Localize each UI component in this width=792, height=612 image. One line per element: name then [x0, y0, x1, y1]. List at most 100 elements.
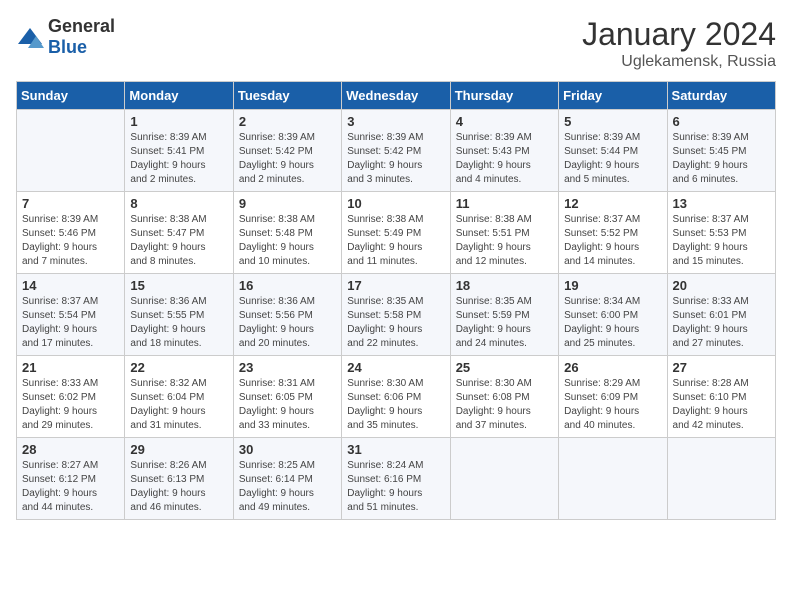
calendar-cell — [450, 438, 558, 520]
calendar-cell: 1Sunrise: 8:39 AM Sunset: 5:41 PM Daylig… — [125, 110, 233, 192]
day-number: 8 — [130, 196, 227, 211]
day-info: Sunrise: 8:30 AM Sunset: 6:06 PM Dayligh… — [347, 377, 444, 433]
day-info: Sunrise: 8:31 AM Sunset: 6:05 PM Dayligh… — [239, 377, 336, 433]
day-number: 15 — [130, 278, 227, 293]
day-number: 14 — [22, 278, 119, 293]
calendar-cell: 26 Sunrise: 8:29 AM Sunset: 6:09 PM Dayli… — [559, 356, 667, 438]
calendar-cell: 4Sunrise: 8:39 AM Sunset: 5:43 PM Daylig… — [450, 110, 558, 192]
day-number: 21 — [22, 360, 119, 375]
day-info: Sunrise: 8:28 AM Sunset: 6:10 PM Dayligh… — [673, 377, 770, 433]
calendar-header-cell: Friday — [559, 82, 667, 110]
day-number: 12 — [564, 196, 661, 211]
logo-text: General Blue — [48, 16, 115, 58]
day-info: Sunrise: 8:39 AM Sunset: 5:42 PM Dayligh… — [239, 131, 336, 187]
title-area: January 2024 Uglekamensk, Russia — [582, 16, 776, 71]
calendar-week-row: 28Sunrise: 8:27 AM Sunset: 6:12 PM Dayli… — [17, 438, 776, 520]
calendar-cell: 3 Sunrise: 8:39 AM Sunset: 5:42 PM Daylig… — [342, 110, 450, 192]
day-info: Sunrise: 8:32 AM Sunset: 6:04 PM Dayligh… — [130, 377, 227, 433]
calendar-header-cell: Thursday — [450, 82, 558, 110]
day-info: Sunrise: 8:38 AM Sunset: 5:47 PM Dayligh… — [130, 213, 227, 269]
day-info: Sunrise: 8:26 AM Sunset: 6:13 PM Dayligh… — [130, 459, 227, 515]
calendar-cell: 2 Sunrise: 8:39 AM Sunset: 5:42 PM Daylig… — [233, 110, 341, 192]
calendar-table: SundayMondayTuesdayWednesdayThursdayFrid… — [16, 81, 776, 520]
day-info: Sunrise: 8:38 AM Sunset: 5:48 PM Dayligh… — [239, 213, 336, 269]
calendar-cell: 14 Sunrise: 8:37 AM Sunset: 5:54 PM Dayli… — [17, 274, 125, 356]
day-info: Sunrise: 8:30 AM Sunset: 6:08 PM Dayligh… — [456, 377, 553, 433]
day-info: Sunrise: 8:33 AM Sunset: 6:02 PM Dayligh… — [22, 377, 119, 433]
day-number: 20 — [673, 278, 770, 293]
day-info: Sunrise: 8:35 AM Sunset: 5:59 PM Dayligh… — [456, 295, 553, 351]
day-number: 25 — [456, 360, 553, 375]
calendar-body: 1Sunrise: 8:39 AM Sunset: 5:41 PM Daylig… — [17, 110, 776, 520]
calendar-cell: 15 Sunrise: 8:36 AM Sunset: 5:55 PM Dayli… — [125, 274, 233, 356]
day-number: 27 — [673, 360, 770, 375]
calendar-cell: 9 Sunrise: 8:38 AM Sunset: 5:48 PM Daylig… — [233, 192, 341, 274]
day-info: Sunrise: 8:37 AM Sunset: 5:54 PM Dayligh… — [22, 295, 119, 351]
day-number: 2 — [239, 114, 336, 129]
calendar-cell: 19 Sunrise: 8:34 AM Sunset: 6:00 PM Dayli… — [559, 274, 667, 356]
calendar-header-cell: Sunday — [17, 82, 125, 110]
day-info: Sunrise: 8:37 AM Sunset: 5:52 PM Dayligh… — [564, 213, 661, 269]
day-info: Sunrise: 8:39 AM Sunset: 5:44 PM Dayligh… — [564, 131, 661, 187]
header: General Blue January 2024 Uglekamensk, R… — [16, 16, 776, 71]
calendar-header-cell: Saturday — [667, 82, 775, 110]
calendar-cell: 29 Sunrise: 8:26 AM Sunset: 6:13 PM Dayli… — [125, 438, 233, 520]
day-number: 22 — [130, 360, 227, 375]
calendar-cell: 6 Sunrise: 8:39 AM Sunset: 5:45 PM Daylig… — [667, 110, 775, 192]
day-number: 5 — [564, 114, 661, 129]
location-title: Uglekamensk, Russia — [582, 53, 776, 71]
day-info: Sunrise: 8:39 AM Sunset: 5:42 PM Dayligh… — [347, 131, 444, 187]
day-number: 30 — [239, 442, 336, 457]
day-info: Sunrise: 8:36 AM Sunset: 5:55 PM Dayligh… — [130, 295, 227, 351]
calendar-cell: 24 Sunrise: 8:30 AM Sunset: 6:06 PM Dayli… — [342, 356, 450, 438]
day-number: 28 — [22, 442, 119, 457]
calendar-cell: 10 Sunrise: 8:38 AM Sunset: 5:49 PM Dayli… — [342, 192, 450, 274]
calendar-header-cell: Monday — [125, 82, 233, 110]
calendar-cell: 5 Sunrise: 8:39 AM Sunset: 5:44 PM Daylig… — [559, 110, 667, 192]
day-number: 16 — [239, 278, 336, 293]
calendar-cell: 18 Sunrise: 8:35 AM Sunset: 5:59 PM Dayli… — [450, 274, 558, 356]
calendar-cell: 11 Sunrise: 8:38 AM Sunset: 5:51 PM Dayli… — [450, 192, 558, 274]
logo-blue: Blue — [48, 37, 87, 57]
calendar-cell — [667, 438, 775, 520]
day-number: 9 — [239, 196, 336, 211]
day-info: Sunrise: 8:38 AM Sunset: 5:51 PM Dayligh… — [456, 213, 553, 269]
calendar-cell: 31 Sunrise: 8:24 AM Sunset: 6:16 PM Dayli… — [342, 438, 450, 520]
calendar-cell: 17Sunrise: 8:35 AM Sunset: 5:58 PM Dayli… — [342, 274, 450, 356]
day-info: Sunrise: 8:38 AM Sunset: 5:49 PM Dayligh… — [347, 213, 444, 269]
day-info: Sunrise: 8:25 AM Sunset: 6:14 PM Dayligh… — [239, 459, 336, 515]
logo-icon — [16, 26, 44, 48]
calendar-week-row: 21 Sunrise: 8:33 AM Sunset: 6:02 PM Dayli… — [17, 356, 776, 438]
calendar-cell: 22 Sunrise: 8:32 AM Sunset: 6:04 PM Dayli… — [125, 356, 233, 438]
day-info: Sunrise: 8:39 AM Sunset: 5:46 PM Dayligh… — [22, 213, 119, 269]
day-number: 19 — [564, 278, 661, 293]
day-number: 24 — [347, 360, 444, 375]
day-number: 3 — [347, 114, 444, 129]
calendar-header-cell: Tuesday — [233, 82, 341, 110]
calendar-cell: 7 Sunrise: 8:39 AM Sunset: 5:46 PM Daylig… — [17, 192, 125, 274]
logo-general: General — [48, 16, 115, 36]
day-number: 7 — [22, 196, 119, 211]
day-info: Sunrise: 8:29 AM Sunset: 6:09 PM Dayligh… — [564, 377, 661, 433]
day-number: 11 — [456, 196, 553, 211]
day-info: Sunrise: 8:39 AM Sunset: 5:45 PM Dayligh… — [673, 131, 770, 187]
day-info: Sunrise: 8:24 AM Sunset: 6:16 PM Dayligh… — [347, 459, 444, 515]
day-number: 26 — [564, 360, 661, 375]
day-number: 29 — [130, 442, 227, 457]
day-info: Sunrise: 8:37 AM Sunset: 5:53 PM Dayligh… — [673, 213, 770, 269]
day-number: 31 — [347, 442, 444, 457]
calendar-week-row: 1Sunrise: 8:39 AM Sunset: 5:41 PM Daylig… — [17, 110, 776, 192]
calendar-cell: 27 Sunrise: 8:28 AM Sunset: 6:10 PM Dayli… — [667, 356, 775, 438]
day-info: Sunrise: 8:39 AM Sunset: 5:41 PM Dayligh… — [130, 131, 227, 187]
day-number: 10 — [347, 196, 444, 211]
day-number: 4 — [456, 114, 553, 129]
day-info: Sunrise: 8:34 AM Sunset: 6:00 PM Dayligh… — [564, 295, 661, 351]
calendar-week-row: 7 Sunrise: 8:39 AM Sunset: 5:46 PM Daylig… — [17, 192, 776, 274]
calendar-cell: 16Sunrise: 8:36 AM Sunset: 5:56 PM Dayli… — [233, 274, 341, 356]
logo: General Blue — [16, 16, 115, 58]
day-number: 6 — [673, 114, 770, 129]
day-number: 18 — [456, 278, 553, 293]
month-title: January 2024 — [582, 16, 776, 53]
calendar-cell: 8 Sunrise: 8:38 AM Sunset: 5:47 PM Daylig… — [125, 192, 233, 274]
calendar-cell: 28Sunrise: 8:27 AM Sunset: 6:12 PM Dayli… — [17, 438, 125, 520]
